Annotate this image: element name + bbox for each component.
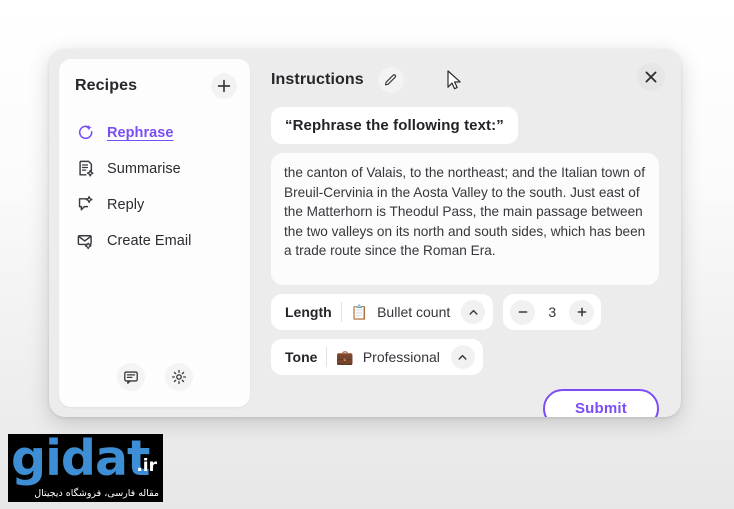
page-title: Instructions	[271, 71, 364, 88]
prompt-chip: “Rephrase the following text:”	[271, 107, 518, 144]
add-recipe-button[interactable]	[211, 73, 237, 99]
tone-select[interactable]: Tone 💼 Professional	[271, 339, 483, 375]
sidebar-item-label: Create Email	[107, 233, 192, 249]
feedback-button[interactable]	[116, 363, 145, 391]
sidebar-item-label: Summarise	[107, 161, 181, 177]
sidebar-title: Recipes	[75, 77, 138, 94]
sidebar-item-rephrase[interactable]: Rephrase	[59, 115, 250, 151]
gear-icon	[171, 369, 186, 385]
source-text-area[interactable]: the canton of Valais, to the northeast; …	[271, 153, 659, 285]
decrement-button[interactable]	[510, 299, 536, 325]
panel-header: Instructions	[271, 65, 659, 95]
sidebar-item-create-email[interactable]: Create Email	[59, 223, 250, 259]
chevron-up-icon	[458, 354, 467, 360]
sidebar-item-reply[interactable]: Reply	[59, 187, 250, 223]
sidebar-footer	[59, 363, 250, 407]
bullet-count-value: 3	[548, 304, 557, 320]
edit-instructions-button[interactable]	[377, 67, 404, 93]
tone-controls-row: Tone 💼 Professional	[271, 339, 659, 375]
recipe-list: Rephrase Summarise Reply Create Email	[59, 105, 250, 259]
length-controls-row: Length 📋 Bullet count 3	[271, 294, 659, 330]
envelope-sparkle-icon	[77, 234, 92, 250]
submit-button[interactable]: Submit	[542, 389, 659, 417]
minus-icon	[518, 311, 528, 313]
clipboard-icon: 📋	[350, 304, 369, 320]
close-icon	[645, 71, 657, 83]
speech-bubble-sparkle-icon	[78, 196, 93, 211]
sidebar-item-label: Reply	[107, 197, 145, 213]
pencil-icon	[385, 73, 397, 85]
briefcase-icon: 💼	[336, 349, 354, 365]
sidebar: Recipes Rephrase Summarise Reply Create …	[59, 59, 250, 407]
refresh-sparkle-icon	[78, 125, 93, 140]
length-chevron-up-icon[interactable]	[461, 300, 486, 324]
document-sparkle-icon	[79, 160, 94, 177]
watermark: gidat .ir مقاله فارسی، فروشگاه دیجیتال	[8, 434, 163, 502]
sidebar-header: Recipes	[59, 59, 250, 105]
increment-button[interactable]	[569, 299, 595, 325]
watermark-logo-text: gidat	[11, 434, 150, 487]
watermark-tld: .ir	[136, 456, 157, 476]
length-value: Bullet count	[377, 304, 451, 320]
feedback-icon	[123, 371, 138, 384]
chevron-up-icon	[469, 309, 478, 315]
bullet-count-stepper: 3	[503, 294, 602, 330]
submit-row: Submit	[271, 389, 659, 417]
tone-label: Tone	[285, 347, 328, 367]
instructions-panel: Instructions “Rephrase the following tex…	[260, 49, 681, 417]
length-label: Length	[285, 302, 342, 322]
sidebar-item-summarise[interactable]: Summarise	[59, 151, 250, 187]
watermark-subtitle: مقاله فارسی، فروشگاه دیجیتال	[34, 488, 159, 499]
settings-button[interactable]	[164, 363, 193, 391]
tone-value: Professional	[362, 349, 440, 365]
plus-icon	[217, 79, 231, 93]
recipes-modal: Recipes Rephrase Summarise Reply Create …	[49, 49, 681, 417]
close-button[interactable]	[637, 63, 665, 91]
sidebar-item-label: Rephrase	[107, 125, 174, 141]
tone-chevron-up-icon[interactable]	[450, 345, 475, 369]
length-select[interactable]: Length 📋 Bullet count	[271, 294, 494, 330]
plus-icon	[577, 307, 587, 317]
